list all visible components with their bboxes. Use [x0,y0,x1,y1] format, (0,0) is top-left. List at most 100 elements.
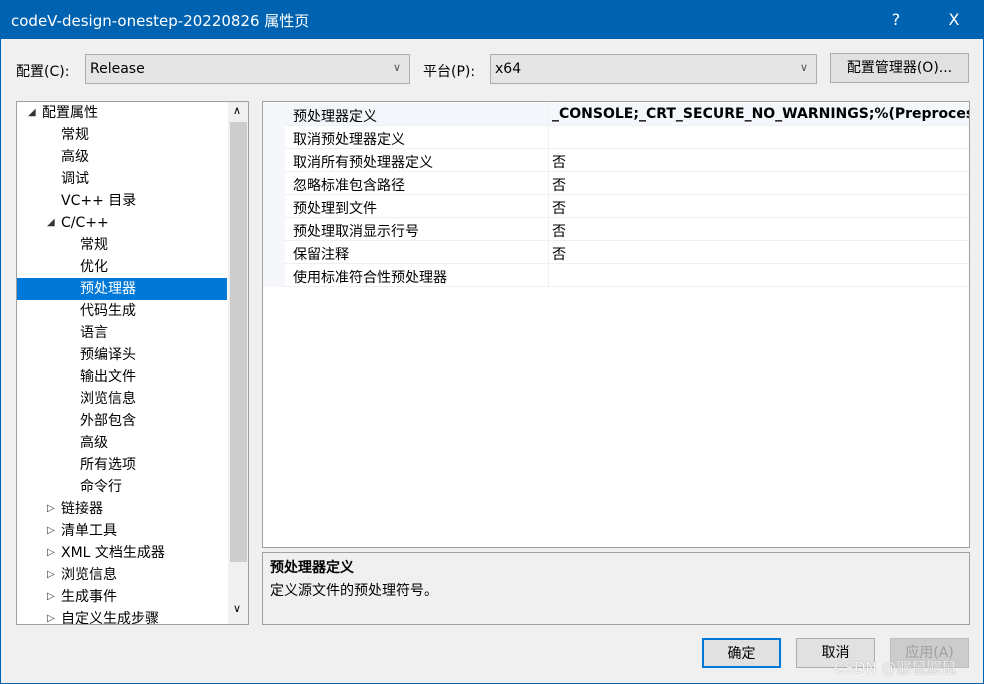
tree-item-label: 浏览信息 [61,567,117,583]
tree-item[interactable]: ▷ 自定义生成步骤 [17,608,227,625]
property-value[interactable]: 否 [548,195,969,218]
row-margin [263,103,285,126]
expand-icon[interactable]: ▷ [47,498,55,520]
chevron-down-icon: ∨ [392,61,401,74]
tree-item[interactable]: 常规 [17,124,227,146]
tree-item[interactable]: 代码生成 [17,300,227,322]
title-bar: codeV-design-onestep-20220826 属性页 ? X [1,1,983,39]
description-title: 预处理器定义 [270,560,354,576]
property-value[interactable] [548,126,969,149]
platform-value: x64 [495,61,522,77]
tree-item[interactable]: 外部包含 [17,410,227,432]
tree-item-label: C/C++ [61,215,109,231]
tree-item[interactable]: 语言 [17,322,227,344]
expand-icon[interactable]: ▷ [47,586,55,608]
tree-item[interactable]: ▷ 清单工具 [17,520,227,542]
tree-item[interactable]: 高级 [17,146,227,168]
tree-item-label: 语言 [80,325,108,341]
platform-combo[interactable]: x64 ∨ [490,54,817,84]
tree-item-label: 常规 [80,237,108,253]
config-manager-button[interactable]: 配置管理器(O)... [830,53,969,83]
property-name: 使用标准符合性预处理器 [293,270,447,286]
property-grid[interactable]: 预处理器定义 _CONSOLE;_CRT_SECURE_NO_WARNINGS;%… [262,101,970,548]
property-tree[interactable]: ◢ 配置属性 常规 高级 调试 VC++ 目录 ◢ C/C++ 常规 优化 预处理器 代码生成 语言 预编… [16,101,249,625]
tree-item-label: 调试 [61,171,89,187]
tree-item[interactable]: 调试 [17,168,227,190]
expand-icon[interactable]: ▷ [47,542,55,564]
tree-item-label: 输出文件 [80,369,136,385]
tree-item[interactable]: 浏览信息 [17,388,227,410]
tree-item-label: 常规 [61,127,89,143]
tree-item-label: 配置属性 [42,105,98,121]
help-button[interactable]: ? [881,7,911,33]
tree-item-label: VC++ 目录 [61,193,137,209]
tree-item[interactable]: ▷ 链接器 [17,498,227,520]
row-margin [263,149,285,172]
property-row[interactable]: 预处理取消显示行号 否 [263,218,969,241]
expand-icon[interactable]: ▷ [47,608,55,624]
row-margin [263,241,285,264]
tree-item[interactable]: 高级 [17,432,227,454]
expand-icon[interactable]: ▷ [47,564,55,586]
tree-item-label: 预处理器 [80,281,136,297]
property-name: 取消预处理器定义 [293,132,405,148]
property-value[interactable]: _CONSOLE;_CRT_SECURE_NO_WARNINGS;%(Prepr… [548,103,969,126]
collapse-icon[interactable]: ◢ [28,102,36,124]
tree-item-label: XML 文档生成器 [61,545,165,561]
scroll-down-icon[interactable]: ∨ [233,602,241,615]
tree-item-label: 外部包含 [80,413,136,429]
row-margin [263,264,285,287]
scrollbar-thumb[interactable] [230,122,247,562]
tree-item[interactable]: 命令行 [17,476,227,498]
tree-scrollbar[interactable]: ∧ ∨ [228,102,248,624]
scroll-up-icon[interactable]: ∧ [233,104,241,117]
tree-item-label: 预编译头 [80,347,136,363]
tree-item-label: 高级 [80,435,108,451]
property-row[interactable]: 使用标准符合性预处理器 [263,264,969,287]
row-margin [263,195,285,218]
tree-item-label: 优化 [80,259,108,275]
tree-item[interactable]: ▷ 生成事件 [17,586,227,608]
tree-item-label: 所有选项 [80,457,136,473]
property-row[interactable]: 保留注释 否 [263,241,969,264]
row-margin [263,172,285,195]
property-name: 保留注释 [293,247,349,263]
tree-item[interactable]: 预编译头 [17,344,227,366]
tree-item[interactable]: ▷ XML 文档生成器 [17,542,227,564]
watermark: CSDN @鼹鼠鼹鼠 [834,659,957,677]
ok-button[interactable]: 确定 [702,638,781,668]
tree-item[interactable]: ◢ C/C++ [17,212,227,234]
window-title: codeV-design-onestep-20220826 属性页 [11,12,310,30]
property-value[interactable] [548,264,969,287]
description-text: 定义源文件的预处理符号。 [270,583,438,599]
tree-item[interactable]: VC++ 目录 [17,190,227,212]
property-row[interactable]: 取消所有预处理器定义 否 [263,149,969,172]
tree-item[interactable]: 所有选项 [17,454,227,476]
collapse-icon[interactable]: ◢ [47,212,55,234]
tree-item[interactable]: 输出文件 [17,366,227,388]
tree-item-label: 自定义生成步骤 [61,611,159,625]
property-value[interactable]: 否 [548,149,969,172]
property-name: 预处理器定义 [293,109,377,125]
property-row[interactable]: 预处理到文件 否 [263,195,969,218]
property-value[interactable]: 否 [548,218,969,241]
property-value[interactable]: 否 [548,172,969,195]
property-row[interactable]: 预处理器定义 _CONSOLE;_CRT_SECURE_NO_WARNINGS;%… [263,103,969,126]
config-combo[interactable]: Release ∨ [85,54,410,84]
property-name: 忽略标准包含路径 [293,178,405,194]
tree-item[interactable]: 优化 [17,256,227,278]
property-row[interactable]: 取消预处理器定义 [263,126,969,149]
tree-item[interactable]: 常规 [17,234,227,256]
tree-item[interactable]: ▷ 浏览信息 [17,564,227,586]
tree-item[interactable]: 预处理器 [17,278,227,300]
tree-item-label: 命令行 [80,479,122,495]
expand-icon[interactable]: ▷ [47,520,55,542]
close-button[interactable]: X [939,7,969,33]
tree-item[interactable]: ◢ 配置属性 [17,102,227,124]
row-margin [263,126,285,149]
property-name: 预处理到文件 [293,201,377,217]
property-row[interactable]: 忽略标准包含路径 否 [263,172,969,195]
property-value[interactable]: 否 [548,241,969,264]
description-panel: 预处理器定义 定义源文件的预处理符号。 [262,552,970,625]
tree-item-label: 浏览信息 [80,391,136,407]
